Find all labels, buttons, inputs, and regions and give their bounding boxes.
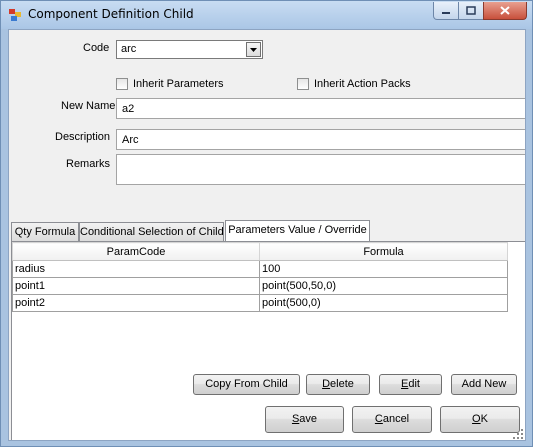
inherit-parameters-checkbox[interactable] [116, 78, 128, 90]
formula-cell[interactable]: point(500,0) [259, 294, 508, 312]
tab-qty-formula-label: Qty Formula [14, 226, 76, 238]
add-new-label: Add New [461, 378, 507, 390]
tab-conditional-selection-label: Conditional Selection of Child [80, 226, 224, 238]
param-cell[interactable]: point2 [12, 294, 260, 312]
table-row[interactable]: point1 point(500,50,0) [12, 277, 508, 295]
tab-qty-formula[interactable]: Qty Formula [11, 222, 79, 241]
maximize-button[interactable] [458, 2, 484, 20]
table-row[interactable]: radius 100 [12, 260, 508, 278]
new-name-field[interactable]: a2 [116, 98, 525, 119]
add-new-button[interactable]: Add New [451, 374, 517, 395]
ok-button[interactable]: OK [440, 406, 520, 433]
description-label: Description [55, 131, 111, 143]
param-cell[interactable]: radius [12, 260, 260, 278]
window-title: Component Definition Child [28, 7, 194, 21]
grid-header-row: ParamCode Formula [12, 242, 508, 261]
inherit-action-packs-checkbox[interactable] [297, 78, 309, 90]
formula-cell[interactable]: point(500,50,0) [259, 277, 508, 295]
close-button[interactable] [483, 2, 527, 20]
delete-label: elete [330, 378, 354, 390]
save-label: ave [299, 413, 318, 425]
remarks-field[interactable] [116, 154, 525, 185]
maximize-icon [466, 6, 476, 15]
column-header-formula[interactable]: Formula [259, 242, 508, 261]
code-label: Code [83, 42, 110, 54]
resize-grip-icon[interactable] [512, 428, 524, 440]
formula-cell[interactable]: 100 [259, 260, 508, 278]
parameters-grid[interactable]: ParamCode Formula radius 100 point1 poin… [12, 242, 508, 312]
delete-accelerator: D [322, 378, 331, 390]
ok-label: K [480, 413, 488, 425]
param-cell[interactable]: point1 [12, 277, 260, 295]
dialog-client-area: Code arc Inherit Parameters Inherit Acti… [8, 29, 526, 441]
minimize-button[interactable] [433, 2, 459, 20]
tab-parameters-value-override-label: Parameters Value / Override [228, 224, 367, 236]
code-combobox[interactable]: arc [116, 40, 263, 59]
inherit-parameters-label: Inherit Parameters [133, 78, 224, 90]
description-value: Arc [122, 134, 139, 146]
inherit-action-packs-label: Inherit Action Packs [314, 78, 411, 90]
cancel-button[interactable]: Cancel [352, 406, 432, 433]
title-bar[interactable]: Component Definition Child [1, 1, 532, 29]
dialog-window: Component Definition Child Code arc Inhe… [0, 0, 533, 447]
minimize-icon [442, 11, 450, 14]
copy-from-child-label: Copy From Child [205, 378, 288, 390]
app-icon [9, 9, 21, 21]
ok-accelerator: O [472, 413, 481, 425]
save-button[interactable]: Save [265, 406, 344, 433]
copy-from-child-button[interactable]: Copy From Child [193, 374, 300, 395]
column-header-paramcode[interactable]: ParamCode [12, 242, 260, 261]
close-icon [500, 6, 510, 15]
tab-conditional-selection[interactable]: Conditional Selection of Child [79, 222, 224, 241]
edit-button[interactable]: Edit [379, 374, 442, 395]
code-value: arc [121, 43, 137, 55]
new-name-value: a2 [122, 103, 135, 115]
table-row[interactable]: point2 point(500,0) [12, 294, 508, 312]
edit-label: dit [408, 378, 420, 390]
chevron-down-icon [250, 48, 257, 52]
tab-parameters-value-override[interactable]: Parameters Value / Override [225, 220, 370, 242]
cancel-label: ancel [382, 413, 410, 425]
code-dropdown-button[interactable] [246, 42, 261, 57]
delete-button[interactable]: Delete [306, 374, 370, 395]
cancel-accelerator: C [374, 413, 383, 425]
new-name-label: New Name [61, 100, 116, 112]
description-field[interactable]: Arc [116, 129, 525, 150]
remarks-label: Remarks [66, 158, 111, 170]
